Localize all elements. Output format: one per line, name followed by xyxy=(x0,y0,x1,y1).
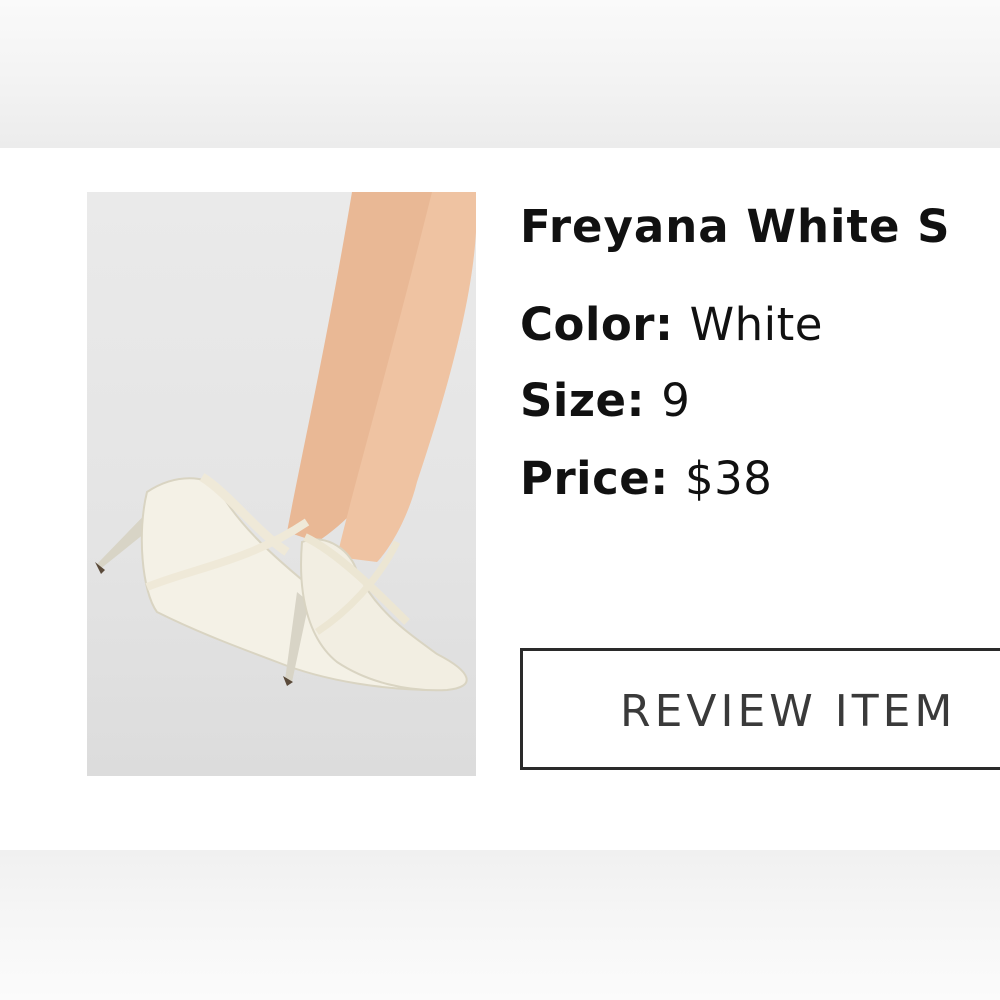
heels-illustration xyxy=(95,192,476,692)
blurred-background-top xyxy=(0,0,1000,148)
color-label: Color: xyxy=(520,298,690,351)
size-value: 9 xyxy=(661,374,691,427)
price-value: $38 xyxy=(684,452,773,505)
color-row: Color: White xyxy=(520,298,823,351)
product-image[interactable] xyxy=(87,192,476,776)
price-row: Price: $38 xyxy=(520,452,772,505)
review-item-button[interactable]: REVIEW ITEM xyxy=(520,648,1000,770)
size-row: Size: 9 xyxy=(520,374,690,427)
review-item-label: REVIEW ITEM xyxy=(620,686,957,737)
page: Freyana White S Color: White Size: 9 Pri… xyxy=(0,0,1000,1000)
size-label: Size: xyxy=(520,374,662,427)
blurred-background-bottom xyxy=(0,850,1000,1000)
product-title: Freyana White S xyxy=(520,200,951,253)
color-value: White xyxy=(689,298,823,351)
price-label: Price: xyxy=(520,452,685,505)
order-item-card: Freyana White S Color: White Size: 9 Pri… xyxy=(0,148,1000,850)
